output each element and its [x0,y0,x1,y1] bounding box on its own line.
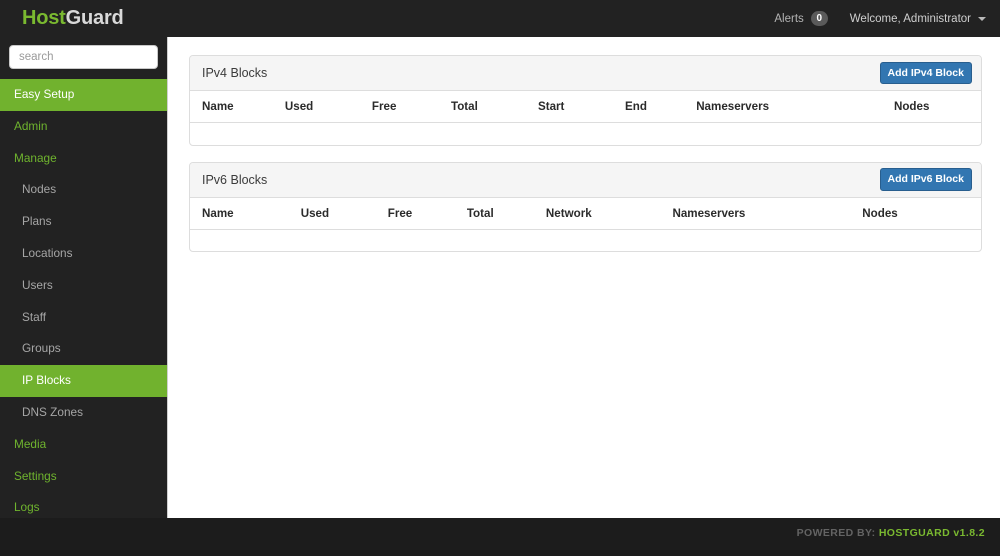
footer-prefix: POWERED BY: [796,526,876,539]
app-logo[interactable]: HostGuard [22,7,124,30]
add-ipv4-blocks-button[interactable]: Add IPv4 Block [879,61,972,85]
sidebar-nav-list: Easy Setup Admin Manage Nodes Plans Locations… [0,79,167,556]
chevron-down-icon [978,16,986,21]
main-content: IPv4 Blocks Add IPv4 Block Name Used Free Tot… [167,37,1000,518]
sidebar-item-nodes[interactable]: Nodes [0,174,167,206]
footer-credit: POWERED BY: HOSTGUARD v1.8.2 [797,527,985,539]
sidebar-item-ip-blocks[interactable]: IP Blocks [0,365,167,397]
sidebar-item-dns-zones[interactable]: DNS Zones [0,397,167,429]
column-header-nameservers[interactable]: Nameservers [696,91,894,123]
column-header-nameservers[interactable]: Nameservers [672,197,863,230]
sidebar-nav-entry: Manage [0,143,167,175]
add-ipv6-blocks-button[interactable]: Add IPv6 Block [879,168,972,191]
page-footer: POWERED BY: HOSTGUARD v1.8.2 [0,518,1000,547]
table-header-row: Name Used Free Total Network Nameservers Nodes [190,197,981,230]
column-header-name[interactable]: Name [190,197,301,230]
column-header-start[interactable]: Start [538,91,625,123]
sidebar-item-admin[interactable]: Admin [0,111,167,143]
sidebar-nav-entry: Locations [0,238,167,270]
sidebar-search-wrap [0,37,167,79]
panel-title: IPv4 Blocks [202,66,268,80]
sidebar-nav-entry: DNS Zones [0,397,167,429]
table-body [190,229,981,251]
footer-app-version: HOSTGUARD v1.8.2 [878,526,985,539]
column-header-end[interactable]: End [625,91,697,123]
sidebar-item-groups[interactable]: Groups [0,333,167,365]
table-ipv4-blocks: Name Used Free Total Start End Nameservers Node… [190,91,981,145]
column-header-nodes[interactable]: Nodes [862,197,981,230]
panel-header: IPv6 Blocks Add IPv6 Block [190,162,981,198]
empty-cell [190,229,981,251]
column-header-name[interactable]: Name [190,91,285,123]
column-header-used[interactable]: Used [284,91,372,123]
empty-table-row [190,123,981,145]
empty-table-row [190,229,981,251]
column-header-nodes[interactable]: Nodes [893,91,981,123]
logo-text-secondary: Guard [65,7,124,29]
top-bar: HostGuard Alerts 0 Welcome, Administrato… [0,0,1000,37]
alerts-count-badge: 0 [810,11,828,26]
empty-cell [190,123,981,145]
table-ipv6-blocks: Name Used Free Total Network Nameservers Nodes [190,197,981,252]
sidebar-nav-entry: Easy Setup [0,79,167,111]
panel-ipv4-blocks: IPv4 Blocks Add IPv4 Block Name Used Free Tot… [189,55,982,146]
sidebar-nav-entry: Settings [0,461,167,493]
column-header-total[interactable]: Total [466,197,546,230]
alerts-link[interactable]: Alerts 0 [774,11,828,26]
top-bar-right: Alerts 0 Welcome, Administrator [774,11,986,26]
column-header-used[interactable]: Used [300,197,388,230]
table-body [190,123,981,145]
search-input[interactable] [9,45,158,69]
column-header-free[interactable]: Free [387,197,467,230]
sidebar-nav-entry: Nodes [0,174,167,206]
column-header-total[interactable]: Total [451,91,538,123]
panel-title: IPv6 Blocks [202,172,268,187]
sidebar-nav-entry: IP Blocks [0,365,167,397]
sidebar-nav: Easy Setup Admin Manage Nodes Plans Locations… [0,79,167,556]
sidebar-item-staff[interactable]: Staff [0,302,167,334]
sidebar-item-manage[interactable]: Manage [0,143,167,175]
panels-container: IPv4 Blocks Add IPv4 Block Name Used Free Tot… [189,55,982,252]
sidebar-item-easy-setup[interactable]: Easy Setup [0,79,167,111]
column-header-free[interactable]: Free [371,91,451,123]
sidebar-nav-entry: Media [0,429,167,461]
sidebar-nav-entry: Groups [0,333,167,365]
alerts-label: Alerts [774,12,804,25]
sidebar-item-users[interactable]: Users [0,270,167,302]
sidebar-item-settings[interactable]: Settings [0,461,167,493]
sidebar-nav-entry: Staff [0,302,167,334]
panel-ipv6-blocks: IPv6 Blocks Add IPv6 Block Name Used Free Tot… [189,161,982,252]
sidebar-nav-entry: Users [0,270,167,302]
column-header-network[interactable]: Network [545,197,673,230]
table-header-row: Name Used Free Total Start End Nameservers Node… [190,91,981,123]
sidebar: Easy SetupAdminManageNodesPlansLocations… [0,37,167,545]
sidebar-nav-entry: Admin [0,111,167,143]
sidebar-item-locations[interactable]: Locations [0,238,167,270]
panel-header: IPv4 Blocks Add IPv4 Block [190,56,981,91]
sidebar-item-plans[interactable]: Plans [0,206,167,238]
logo-text-primary: Host [22,7,66,29]
sidebar-item-media[interactable]: Media [0,429,167,461]
user-menu-label: Welcome, Administrator [849,12,971,25]
sidebar-nav-entry: Plans [0,206,167,238]
user-menu[interactable]: Welcome, Administrator [850,13,986,25]
